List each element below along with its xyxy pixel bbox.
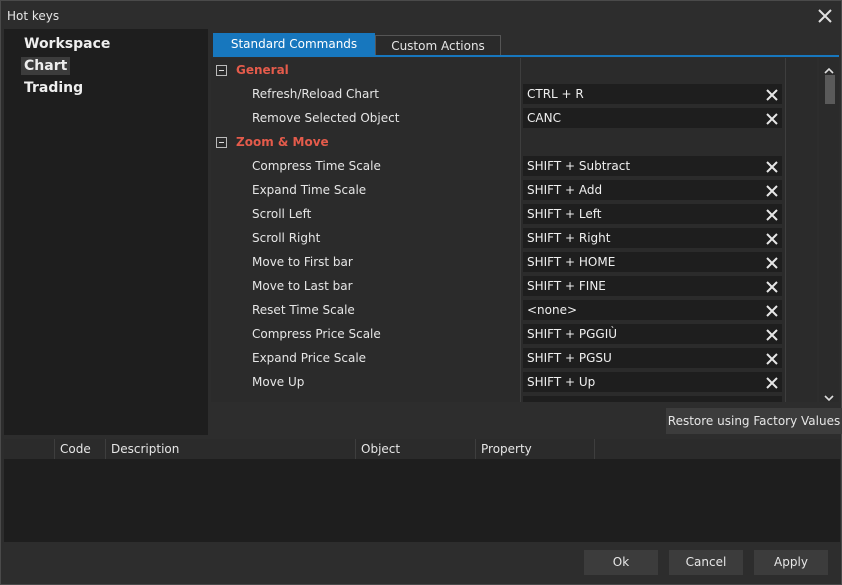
hotkey-field[interactable]: SHIFT + FINE bbox=[523, 276, 782, 296]
restore-factory-button[interactable]: Restore using Factory Values bbox=[666, 408, 842, 434]
hotkeys-dialog: Hot keys Workspace Chart Trading Standar… bbox=[0, 0, 842, 585]
command-label: Move Up bbox=[252, 375, 305, 389]
scroll-thumb[interactable] bbox=[825, 75, 835, 104]
command-label: Remove Selected Object bbox=[252, 111, 400, 125]
scroll-down-icon[interactable] bbox=[824, 388, 834, 402]
column-header-description[interactable]: Description bbox=[105, 439, 355, 459]
column-header-blank[interactable] bbox=[4, 439, 54, 459]
apply-button[interactable]: Apply bbox=[754, 550, 828, 575]
hotkey-value: <none> bbox=[527, 303, 578, 317]
hotkey-value: SHIFT + Add bbox=[527, 183, 603, 197]
hotkey-field[interactable]: SHIFT + PGSU bbox=[523, 348, 782, 368]
command-label: Refresh/Reload Chart bbox=[252, 87, 379, 101]
sidebar-item-chart[interactable]: Chart bbox=[21, 57, 71, 75]
command-label: Move to First bar bbox=[252, 255, 353, 269]
hotkey-value: SHIFT + FINE bbox=[527, 279, 606, 293]
clear-icon[interactable] bbox=[765, 279, 779, 293]
command-label: Move to Last bar bbox=[252, 279, 353, 293]
column-divider-right bbox=[785, 58, 786, 402]
collapse-icon[interactable] bbox=[216, 137, 227, 148]
hotkey-field[interactable]: SHIFT + HOME bbox=[523, 252, 782, 272]
hotkey-field[interactable]: SHIFT + Left bbox=[523, 204, 782, 224]
hotkey-field-partial[interactable] bbox=[523, 396, 782, 402]
clear-icon[interactable] bbox=[765, 87, 779, 101]
command-label: Expand Time Scale bbox=[252, 183, 367, 197]
column-header-code[interactable]: Code bbox=[54, 439, 105, 459]
hotkey-field[interactable]: <none> bbox=[523, 300, 782, 320]
hotkey-value: SHIFT + Up bbox=[527, 375, 596, 389]
hotkey-field[interactable]: CANC bbox=[523, 108, 782, 128]
hotkey-field[interactable]: SHIFT + Subtract bbox=[523, 156, 782, 176]
hotkey-value: SHIFT + PGGIÙ bbox=[527, 327, 618, 341]
hotkey-value: SHIFT + Subtract bbox=[527, 159, 631, 173]
command-label: Compress Price Scale bbox=[252, 327, 381, 341]
close-icon[interactable] bbox=[815, 6, 835, 26]
command-label: Expand Price Scale bbox=[252, 351, 367, 365]
command-label: Scroll Right bbox=[252, 231, 321, 245]
command-label: Scroll Left bbox=[252, 207, 312, 221]
column-header-object[interactable]: Object bbox=[355, 439, 475, 459]
tab-custom-actions[interactable]: Custom Actions bbox=[375, 35, 501, 56]
hotkey-value: SHIFT + PGSU bbox=[527, 351, 612, 365]
sidebar-item-workspace[interactable]: Workspace bbox=[21, 35, 113, 53]
tab-standard-commands[interactable]: Standard Commands bbox=[213, 33, 375, 55]
hotkey-value: SHIFT + Left bbox=[527, 207, 602, 221]
tab-underline bbox=[213, 55, 839, 57]
collapse-icon[interactable] bbox=[216, 65, 227, 76]
hotkey-field[interactable]: SHIFT + Add bbox=[523, 180, 782, 200]
clear-icon[interactable] bbox=[765, 327, 779, 341]
error-table-header: Code Description Object Property bbox=[4, 439, 840, 459]
clear-icon[interactable] bbox=[765, 351, 779, 365]
hotkey-field[interactable]: CTRL + R bbox=[523, 84, 782, 104]
category-sidebar: Workspace Chart Trading bbox=[4, 29, 208, 435]
hotkey-field[interactable]: SHIFT + Right bbox=[523, 228, 782, 248]
sidebar-item-trading[interactable]: Trading bbox=[21, 79, 86, 97]
clear-icon[interactable] bbox=[765, 159, 779, 173]
command-label: Reset Time Scale bbox=[252, 303, 355, 317]
hotkey-value: SHIFT + HOME bbox=[527, 255, 616, 269]
commands-list: General Refresh/Reload Chart CTRL + R Re… bbox=[211, 58, 817, 402]
clear-icon[interactable] bbox=[765, 231, 779, 245]
column-header-property[interactable]: Property bbox=[475, 439, 595, 459]
vertical-scrollbar[interactable] bbox=[819, 58, 839, 402]
clear-icon[interactable] bbox=[765, 255, 779, 269]
column-divider bbox=[520, 58, 521, 402]
clear-icon[interactable] bbox=[765, 111, 779, 125]
hotkey-value: SHIFT + Right bbox=[527, 231, 611, 245]
cancel-button[interactable]: Cancel bbox=[669, 550, 743, 575]
clear-icon[interactable] bbox=[765, 375, 779, 389]
clear-icon[interactable] bbox=[765, 183, 779, 197]
group-title: Zoom & Move bbox=[236, 135, 329, 149]
hotkey-value: CTRL + R bbox=[527, 87, 584, 101]
ok-button[interactable]: Ok bbox=[584, 550, 658, 575]
command-label: Compress Time Scale bbox=[252, 159, 381, 173]
clear-icon[interactable] bbox=[765, 207, 779, 221]
hotkey-field[interactable]: SHIFT + Up bbox=[523, 372, 782, 392]
hotkey-value: CANC bbox=[527, 111, 561, 125]
hotkey-field[interactable]: SHIFT + PGGIÙ bbox=[523, 324, 782, 344]
error-table: Code Description Object Property bbox=[4, 439, 840, 542]
scroll-up-icon[interactable] bbox=[824, 61, 834, 74]
tab-bar: Standard Commands Custom Actions bbox=[213, 33, 839, 57]
window-title: Hot keys bbox=[7, 9, 60, 23]
clear-icon[interactable] bbox=[765, 303, 779, 317]
group-title: General bbox=[236, 63, 289, 77]
title-bar: Hot keys bbox=[1, 1, 841, 31]
